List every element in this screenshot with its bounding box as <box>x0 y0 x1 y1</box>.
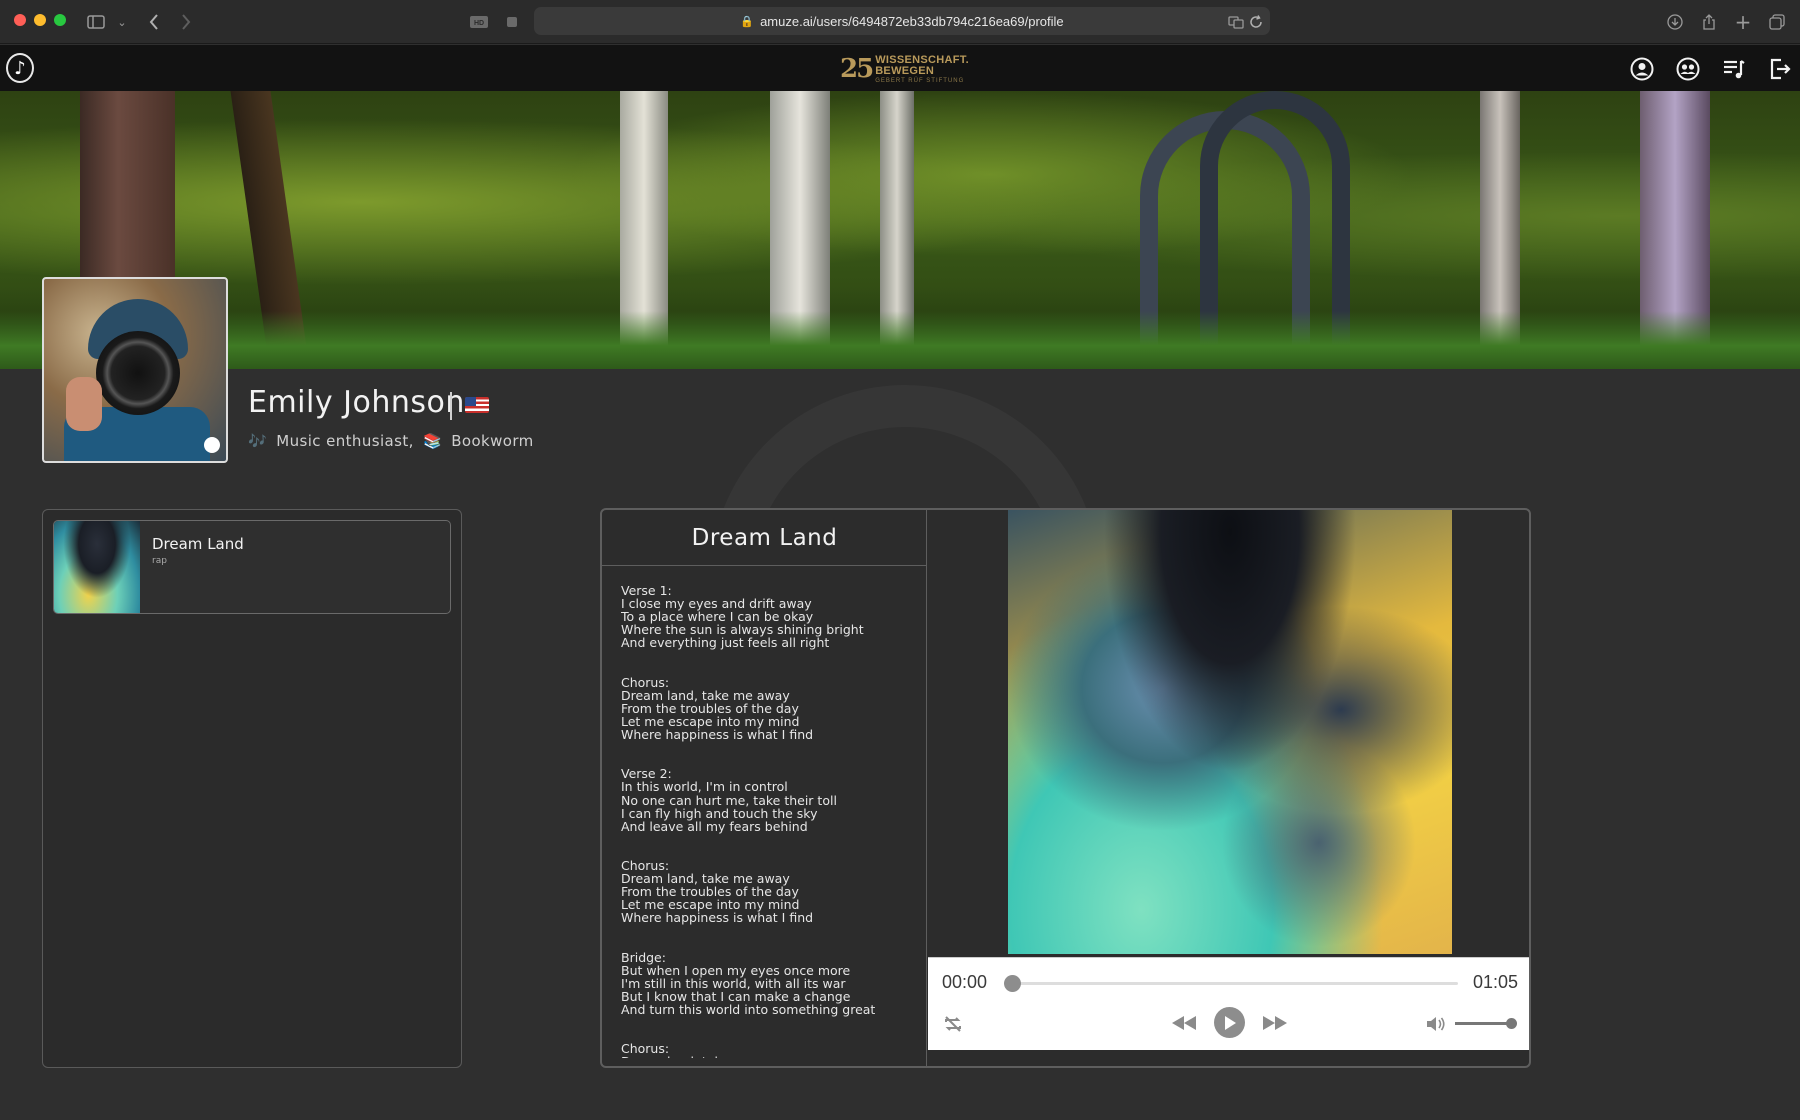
lyrics-text[interactable]: Verse 1: I close my eyes and drift away … <box>621 584 916 1058</box>
sponsor-line-2: BEWEGEN <box>875 64 935 77</box>
song-player-card: Dream Land Verse 1: I close my eyes and … <box>600 508 1531 1068</box>
bio-item-books: Bookworm <box>451 432 534 450</box>
books-icon: 📚 <box>422 432 443 450</box>
share-icon[interactable] <box>1697 10 1721 34</box>
song-list-panel: Dream Land rap <box>42 509 462 1068</box>
browser-toolbar: ⌄ HD 🔒 amuze.ai/users/6494872eb33db794c2… <box>0 0 1800 44</box>
profile-name: Emily Johnson <box>248 385 465 420</box>
audio-controls: 00:00 01:05 <box>928 957 1529 1050</box>
reader-icon[interactable] <box>500 10 524 34</box>
new-tab-icon[interactable]: + <box>1731 10 1755 34</box>
rewind-icon[interactable] <box>1170 1012 1198 1034</box>
duration: 01:05 <box>1473 972 1519 992</box>
tab-overview-icon[interactable] <box>1765 10 1789 34</box>
song-thumbnail <box>54 521 140 613</box>
sponsor-badge: 25 <box>840 54 874 84</box>
fast-forward-icon[interactable] <box>1261 1012 1289 1034</box>
sidebar-toggle-icon[interactable] <box>84 10 108 34</box>
us-flag-icon <box>465 397 489 413</box>
close-window-button[interactable] <box>14 14 26 26</box>
amuze-logo-icon[interactable]: ♪ <box>6 53 34 83</box>
minimize-window-button[interactable] <box>34 14 46 26</box>
profile-bio: 🎶 Music enthusiast, 📚 Bookworm <box>248 432 538 450</box>
play-button[interactable] <box>1214 1007 1245 1038</box>
player-song-title: Dream Land <box>602 510 927 566</box>
online-status-indicator <box>204 437 220 453</box>
app-header: ♪ 25 WISSENSCHAFT. BEWEGEN GEBERT RÜF ST… <box>0 45 1800 91</box>
repeat-off-icon[interactable] <box>942 1013 964 1035</box>
album-cover-art <box>1008 510 1452 954</box>
song-list-item[interactable]: Dream Land rap <box>53 520 451 614</box>
download-icon[interactable] <box>1663 10 1687 34</box>
zoom-window-button[interactable] <box>54 14 66 26</box>
community-icon[interactable] <box>1674 55 1702 83</box>
chevron-down-icon[interactable]: ⌄ <box>110 10 134 34</box>
logout-icon[interactable] <box>1766 55 1794 83</box>
name-divider <box>450 392 452 420</box>
volume-level <box>1455 1022 1511 1025</box>
playlist-icon[interactable] <box>1720 55 1748 83</box>
svg-text:HD: HD <box>474 20 484 27</box>
volume-icon[interactable] <box>1425 1013 1447 1035</box>
profile-icon[interactable] <box>1628 55 1656 83</box>
song-title: Dream Land <box>152 535 244 553</box>
current-time: 00:00 <box>942 972 988 992</box>
hd-icon[interactable]: HD <box>467 10 491 34</box>
music-note-icon: 🎶 <box>248 432 268 450</box>
profile-banner-image <box>0 91 1800 369</box>
song-genre: rap <box>152 556 167 566</box>
address-bar[interactable]: 🔒 amuze.ai/users/6494872eb33db794c216ea6… <box>534 7 1270 35</box>
seek-bar[interactable] <box>1012 982 1458 985</box>
sponsor-line-3: GEBERT RÜF STIFTUNG <box>875 77 965 84</box>
volume-handle[interactable] <box>1506 1018 1517 1029</box>
forward-arrow-icon[interactable] <box>174 10 198 34</box>
bio-item-music: Music enthusiast, <box>276 432 414 450</box>
sponsor-line-1: WISSENSCHAFT. <box>875 53 969 66</box>
url-text: amuze.ai/users/6494872eb33db794c216ea69/… <box>760 13 1064 29</box>
lock-icon: 🔒 <box>740 15 755 28</box>
seek-handle[interactable] <box>1004 975 1021 992</box>
back-arrow-icon[interactable] <box>142 10 166 34</box>
profile-avatar[interactable] <box>42 277 228 463</box>
reload-icon[interactable] <box>1244 10 1268 34</box>
sponsor-logo: 25 WISSENSCHAFT. BEWEGEN GEBERT RÜF STIF… <box>840 52 969 86</box>
lyrics-panel: Dream Land Verse 1: I close my eyes and … <box>602 510 927 1066</box>
